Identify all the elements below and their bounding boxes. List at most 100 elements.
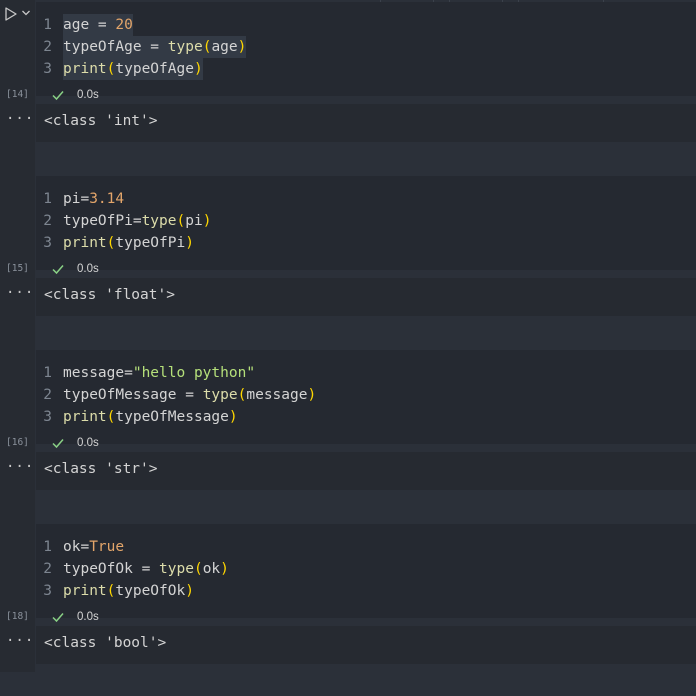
code-token: age xyxy=(63,17,90,33)
cell-output-text: <class 'bool'> xyxy=(44,635,167,651)
code-line[interactable]: 3 print(typeOfMessage) xyxy=(0,406,696,428)
code-line[interactable]: 1 pi=3.14 xyxy=(0,188,696,210)
code-token: type xyxy=(141,213,177,229)
code-token: message xyxy=(246,387,308,403)
code-token: type xyxy=(202,387,238,403)
code-token: 20 xyxy=(115,17,133,33)
ellipsis-icon[interactable]: ··· xyxy=(6,633,34,649)
checkmark-icon xyxy=(52,265,64,275)
code-text: typeOfMessage = type(message) xyxy=(63,384,316,406)
code-text: print(typeOfPi) xyxy=(63,232,194,254)
line-number: 2 xyxy=(43,39,52,55)
notebook-cell[interactable]: 1 age = 20 2 typeOfAge = type(age) 3 print(ty… xyxy=(0,0,696,174)
code-token: ) xyxy=(220,561,229,577)
code-token: print xyxy=(63,409,107,425)
checkmark-icon xyxy=(52,439,64,449)
code-line[interactable]: 3 print(typeOfPi) xyxy=(0,232,696,254)
notebook-cell[interactable]: 1 ok=True 2 typeOfOk = type(ok) 3 print(typeO… xyxy=(0,522,696,696)
code-token: type xyxy=(167,39,203,55)
line-number: 1 xyxy=(43,191,52,207)
line-number: 3 xyxy=(43,61,52,77)
code-token: typeOfMessage xyxy=(115,409,229,425)
code-token: ) xyxy=(193,61,203,77)
line-number: 3 xyxy=(43,583,52,599)
code-token: = xyxy=(80,539,90,555)
code-token: = xyxy=(132,213,142,229)
code-token: = xyxy=(80,191,90,207)
code-text: print(typeOfOk) xyxy=(63,580,194,602)
code-line[interactable]: 1 ok=True xyxy=(0,536,696,558)
code-text: ok=True xyxy=(63,536,124,558)
line-number: 2 xyxy=(43,561,52,577)
code-token: typeOfAge xyxy=(115,61,194,77)
code-line[interactable]: 2 typeOfMessage = type(message) xyxy=(0,384,696,406)
code-line[interactable]: 2 typeOfOk = type(ok) xyxy=(0,558,696,580)
code-line[interactable]: 1 message="hello python" xyxy=(0,362,696,384)
code-text: typeOfOk = type(ok) xyxy=(63,558,229,580)
code-token: "hello python" xyxy=(132,365,256,381)
code-token: = xyxy=(141,39,168,55)
code-token: 3.14 xyxy=(89,191,125,207)
code-token: = xyxy=(124,365,133,381)
code-line[interactable]: 2 typeOfAge = type(age) xyxy=(0,36,696,58)
execution-time: 0.0s xyxy=(77,89,99,101)
code-text: pi=3.14 xyxy=(63,188,124,210)
code-token: = xyxy=(176,387,203,403)
code-token: print xyxy=(63,61,107,77)
line-number: 1 xyxy=(43,17,52,33)
cell-output-text: <class 'str'> xyxy=(44,461,158,477)
notebook-cell[interactable]: 1 pi=3.14 2 typeOfPi=type(pi) 3 print(typeOfP… xyxy=(0,174,696,348)
notebook-cell[interactable]: 1 message="hello python" 2 typeOfMessage = … xyxy=(0,348,696,522)
code-text: typeOfAge = type(age) xyxy=(63,36,247,58)
code-token: typeOfOk xyxy=(63,561,133,577)
code-token: ( xyxy=(176,213,186,229)
code-token: age xyxy=(211,39,238,55)
code-token: ok xyxy=(63,539,81,555)
line-number: 3 xyxy=(43,235,52,251)
code-token: message xyxy=(63,365,125,381)
code-token: ) xyxy=(228,409,238,425)
line-number: 1 xyxy=(43,539,52,555)
checkmark-icon xyxy=(52,91,64,101)
ellipsis-icon[interactable]: ··· xyxy=(6,111,34,127)
code-token: typeOfPi xyxy=(115,235,186,251)
cell-output-text: <class 'int'> xyxy=(44,113,158,129)
code-token: ( xyxy=(193,561,203,577)
execution-count: [18] xyxy=(6,611,29,622)
execution-time: 0.0s xyxy=(77,611,99,623)
code-token: True xyxy=(89,539,125,555)
code-token: typeOfOk xyxy=(115,583,186,599)
line-number: 2 xyxy=(43,213,52,229)
cell-output-text: <class 'float'> xyxy=(44,287,175,303)
code-token: ) xyxy=(185,583,194,599)
line-number: 2 xyxy=(43,387,52,403)
code-token: ok xyxy=(202,561,221,577)
execution-time: 0.0s xyxy=(77,437,99,449)
code-text: age = 20 xyxy=(63,14,133,36)
code-token: print xyxy=(63,235,107,251)
code-token: ) xyxy=(307,387,317,403)
code-token: typeOfMessage xyxy=(63,387,177,403)
code-token: print xyxy=(63,583,107,599)
execution-count: [15] xyxy=(6,263,29,274)
code-token: pi xyxy=(185,213,203,229)
code-text: print(typeOfAge) xyxy=(63,58,203,80)
code-token: ) xyxy=(237,39,247,55)
code-line[interactable]: 2 typeOfPi=type(pi) xyxy=(0,210,696,232)
code-token: typeOfPi xyxy=(63,213,133,229)
code-line[interactable]: 1 age = 20 xyxy=(0,14,696,36)
checkmark-icon xyxy=(52,613,64,623)
execution-time: 0.0s xyxy=(77,263,99,275)
code-text: print(typeOfMessage) xyxy=(63,406,238,428)
code-token: ) xyxy=(185,235,194,251)
line-number: 3 xyxy=(43,409,52,425)
ellipsis-icon[interactable]: ··· xyxy=(6,459,34,475)
code-token: typeOfAge xyxy=(63,39,142,55)
code-token: = xyxy=(89,17,116,33)
code-line[interactable]: 3 print(typeOfOk) xyxy=(0,580,696,602)
line-number: 1 xyxy=(43,365,52,381)
ellipsis-icon[interactable]: ··· xyxy=(6,285,34,301)
code-token: ) xyxy=(202,213,212,229)
code-text: message="hello python" xyxy=(63,362,255,384)
code-line[interactable]: 3 print(typeOfAge) xyxy=(0,58,696,80)
